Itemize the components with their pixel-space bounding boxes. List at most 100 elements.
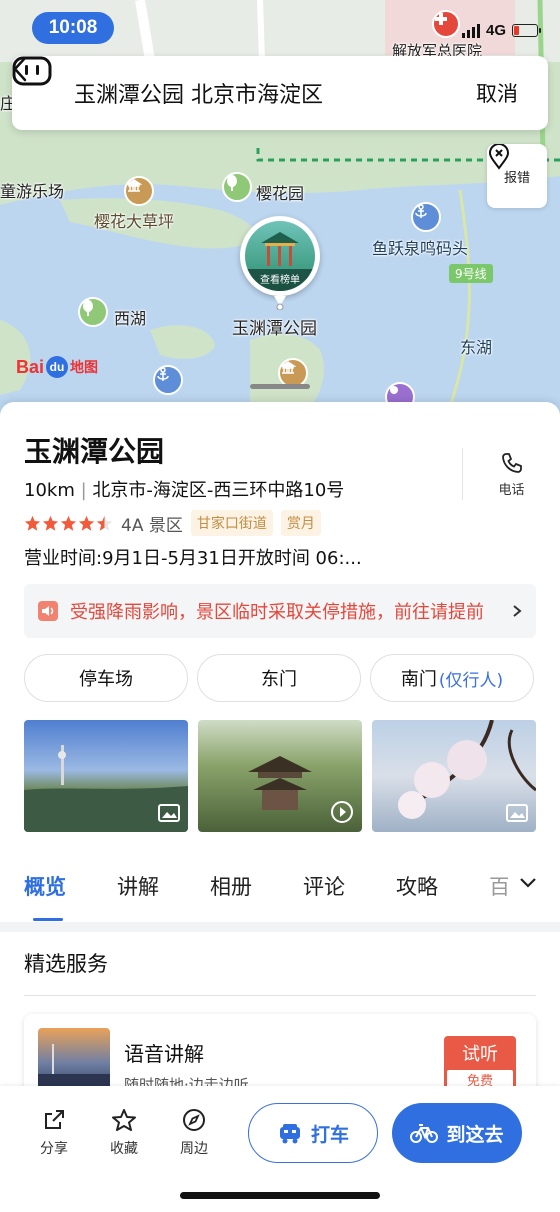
photo-cherry-blossom[interactable] — [372, 720, 536, 832]
chevron-down-icon — [520, 878, 536, 888]
nearby-label: 周边 — [180, 1141, 208, 1157]
phone-label: 电话 — [498, 482, 525, 498]
map-label-pier: 鱼跃泉鸣码头 — [372, 239, 469, 258]
star-rating-icon — [60, 515, 77, 531]
logo-text-map: 地图 — [70, 359, 99, 375]
speaker-icon — [38, 601, 58, 621]
gallery-icon — [158, 804, 180, 822]
section-line — [24, 995, 536, 996]
active-tab-indicator — [33, 918, 63, 921]
search-query[interactable]: 玉渊潭公园 北京市海淀区 — [74, 77, 416, 109]
tag-moon[interactable]: 赏月 — [280, 510, 321, 536]
rating-stars — [24, 515, 113, 532]
report-error-button[interactable]: 报错 — [487, 144, 547, 208]
map-pin-x-icon — [488, 144, 510, 170]
place-name: 玉渊潭公园 — [24, 435, 165, 468]
search-bar[interactable]: 玉渊潭公园 北京市海淀区 取消 — [12, 56, 548, 130]
share-icon — [45, 1110, 64, 1129]
chip-east-gate[interactable]: 东门 — [197, 654, 361, 702]
map-label-west-lake: 西湖 — [114, 309, 147, 328]
museum-icon[interactable] — [124, 176, 154, 206]
signal-icon — [461, 23, 480, 38]
go-here-button[interactable]: 到这去 — [392, 1103, 522, 1163]
cancel-button[interactable]: 取消 — [476, 78, 548, 108]
place-detail-sheet: 玉渊潭公园 10km | 北京市-海淀区-西三环中路10号 电话 4A 景区 甘… — [0, 402, 560, 1092]
chip-sub-label: (仅行人) — [438, 670, 504, 691]
chip-label: 东门 — [261, 669, 297, 690]
star-rating-icon — [42, 515, 59, 531]
home-indicator[interactable] — [180, 1192, 380, 1199]
favorite-label: 收藏 — [110, 1141, 138, 1157]
map-label-amusement: 童游乐场 — [0, 182, 65, 201]
star-rating-icon — [96, 515, 113, 531]
place-distance: 10km — [24, 480, 75, 501]
closure-notice[interactable]: 受强降雨影响，景区临时采取关停措施，前往请提前 — [24, 584, 536, 638]
selected-place-marker[interactable]: 查看榜单 — [240, 216, 320, 296]
map-label-park: 玉渊潭公园 — [232, 319, 317, 339]
compass-icon — [183, 1109, 205, 1131]
chip-south-gate[interactable]: 南门 (仅行人) — [370, 654, 534, 702]
photo-strip — [24, 720, 536, 832]
more-tabs-button[interactable] — [508, 868, 548, 898]
star-rating-icon — [24, 515, 41, 531]
pavilion-icon — [261, 232, 299, 266]
taxi-button[interactable]: 打车 — [248, 1103, 378, 1163]
try-listen-button[interactable]: 试听 免费 — [444, 1036, 516, 1092]
share-button[interactable]: 分享 — [26, 1108, 82, 1158]
taxi-label: 打车 — [310, 1123, 349, 1146]
star-rating-icon — [78, 515, 95, 531]
place-address-line: 10km | 北京市-海淀区-西三环中路10号 — [24, 476, 344, 502]
anchor-icon[interactable] — [153, 365, 183, 395]
address-separator: | — [80, 480, 93, 501]
map-view[interactable]: 童游乐场 庄 樱花大草坪 樱花园 鱼跃泉鸣码头 9号线 西湖 东湖 查看榜单 玉… — [0, 0, 560, 420]
scenic-level: 4A 景区 — [121, 515, 183, 536]
call-button[interactable]: 电话 — [462, 448, 560, 500]
marker-tail — [274, 296, 286, 310]
battery-icon — [512, 24, 541, 37]
tab-album[interactable]: 相册 — [186, 871, 279, 901]
logo-text-du: du — [46, 356, 69, 378]
tag-street[interactable]: 甘家口街道 — [190, 510, 273, 536]
tab-strategy[interactable]: 攻略 — [372, 871, 465, 901]
audio-guide-card[interactable]: 语音讲解 随时随地·边走边听 试听 免费 — [24, 1014, 536, 1092]
photo-art — [38, 1044, 110, 1092]
opening-hours[interactable]: 营业时间:9月1日-5月31日开放时间 06:... — [24, 544, 362, 570]
tab-guide[interactable]: 讲解 — [93, 871, 186, 901]
photo-pavilion[interactable] — [198, 720, 362, 832]
entrance-chips: 停车场 东门 南门 (仅行人) — [24, 654, 534, 702]
sheet-drag-handle[interactable] — [250, 384, 310, 389]
chip-parking[interactable]: 停车场 — [24, 654, 188, 702]
screen: 童游乐场 庄 樱花大草坪 樱花园 鱼跃泉鸣码头 9号线 西湖 东湖 查看榜单 玉… — [0, 0, 560, 1212]
place-address: 北京市-海淀区-西三环中路10号 — [92, 480, 345, 501]
star-icon — [112, 1109, 136, 1131]
status-indicators: 4G — [461, 22, 541, 39]
tree-icon[interactable] — [78, 297, 108, 327]
share-label: 分享 — [40, 1141, 68, 1157]
chip-label: 停车场 — [79, 669, 133, 690]
notice-text: 受强降雨影响，景区临时采取关停措施，前往请提前 — [70, 602, 484, 623]
services-section-title: 精选服务 — [24, 952, 108, 976]
favorite-button[interactable]: 收藏 — [96, 1108, 152, 1158]
play-video-icon — [331, 801, 353, 823]
rating-row: 4A 景区 甘家口街道 赏月 — [24, 510, 321, 536]
tree-icon[interactable] — [222, 172, 252, 202]
bike-icon — [410, 1124, 439, 1143]
try-listen-label: 试听 — [462, 1044, 498, 1065]
map-label-east-lake: 东湖 — [460, 338, 493, 357]
audio-guide-thumbnail — [38, 1028, 110, 1092]
tab-reviews[interactable]: 评论 — [279, 871, 372, 901]
phone-icon — [501, 452, 522, 473]
go-here-label: 到这去 — [446, 1123, 504, 1146]
photo-tower-lake[interactable] — [24, 720, 188, 832]
hospital-icon[interactable] — [432, 10, 460, 38]
nearby-button[interactable]: 周边 — [166, 1108, 222, 1158]
tab-overview[interactable]: 概览 — [0, 871, 93, 901]
car-icon — [279, 1124, 300, 1144]
detail-tabs: 概览 讲解 相册 评论 攻略 百 — [0, 856, 560, 916]
map-label-sakura-lawn: 樱花大草坪 — [94, 212, 175, 231]
anchor-icon[interactable] — [411, 202, 441, 232]
metro-badge: 9号线 — [449, 264, 493, 283]
bottom-action-bar: 分享 收藏 周边 打车 到这去 — [0, 1086, 560, 1212]
status-time: 10:08 — [32, 12, 114, 44]
chevron-right-icon — [513, 605, 522, 617]
